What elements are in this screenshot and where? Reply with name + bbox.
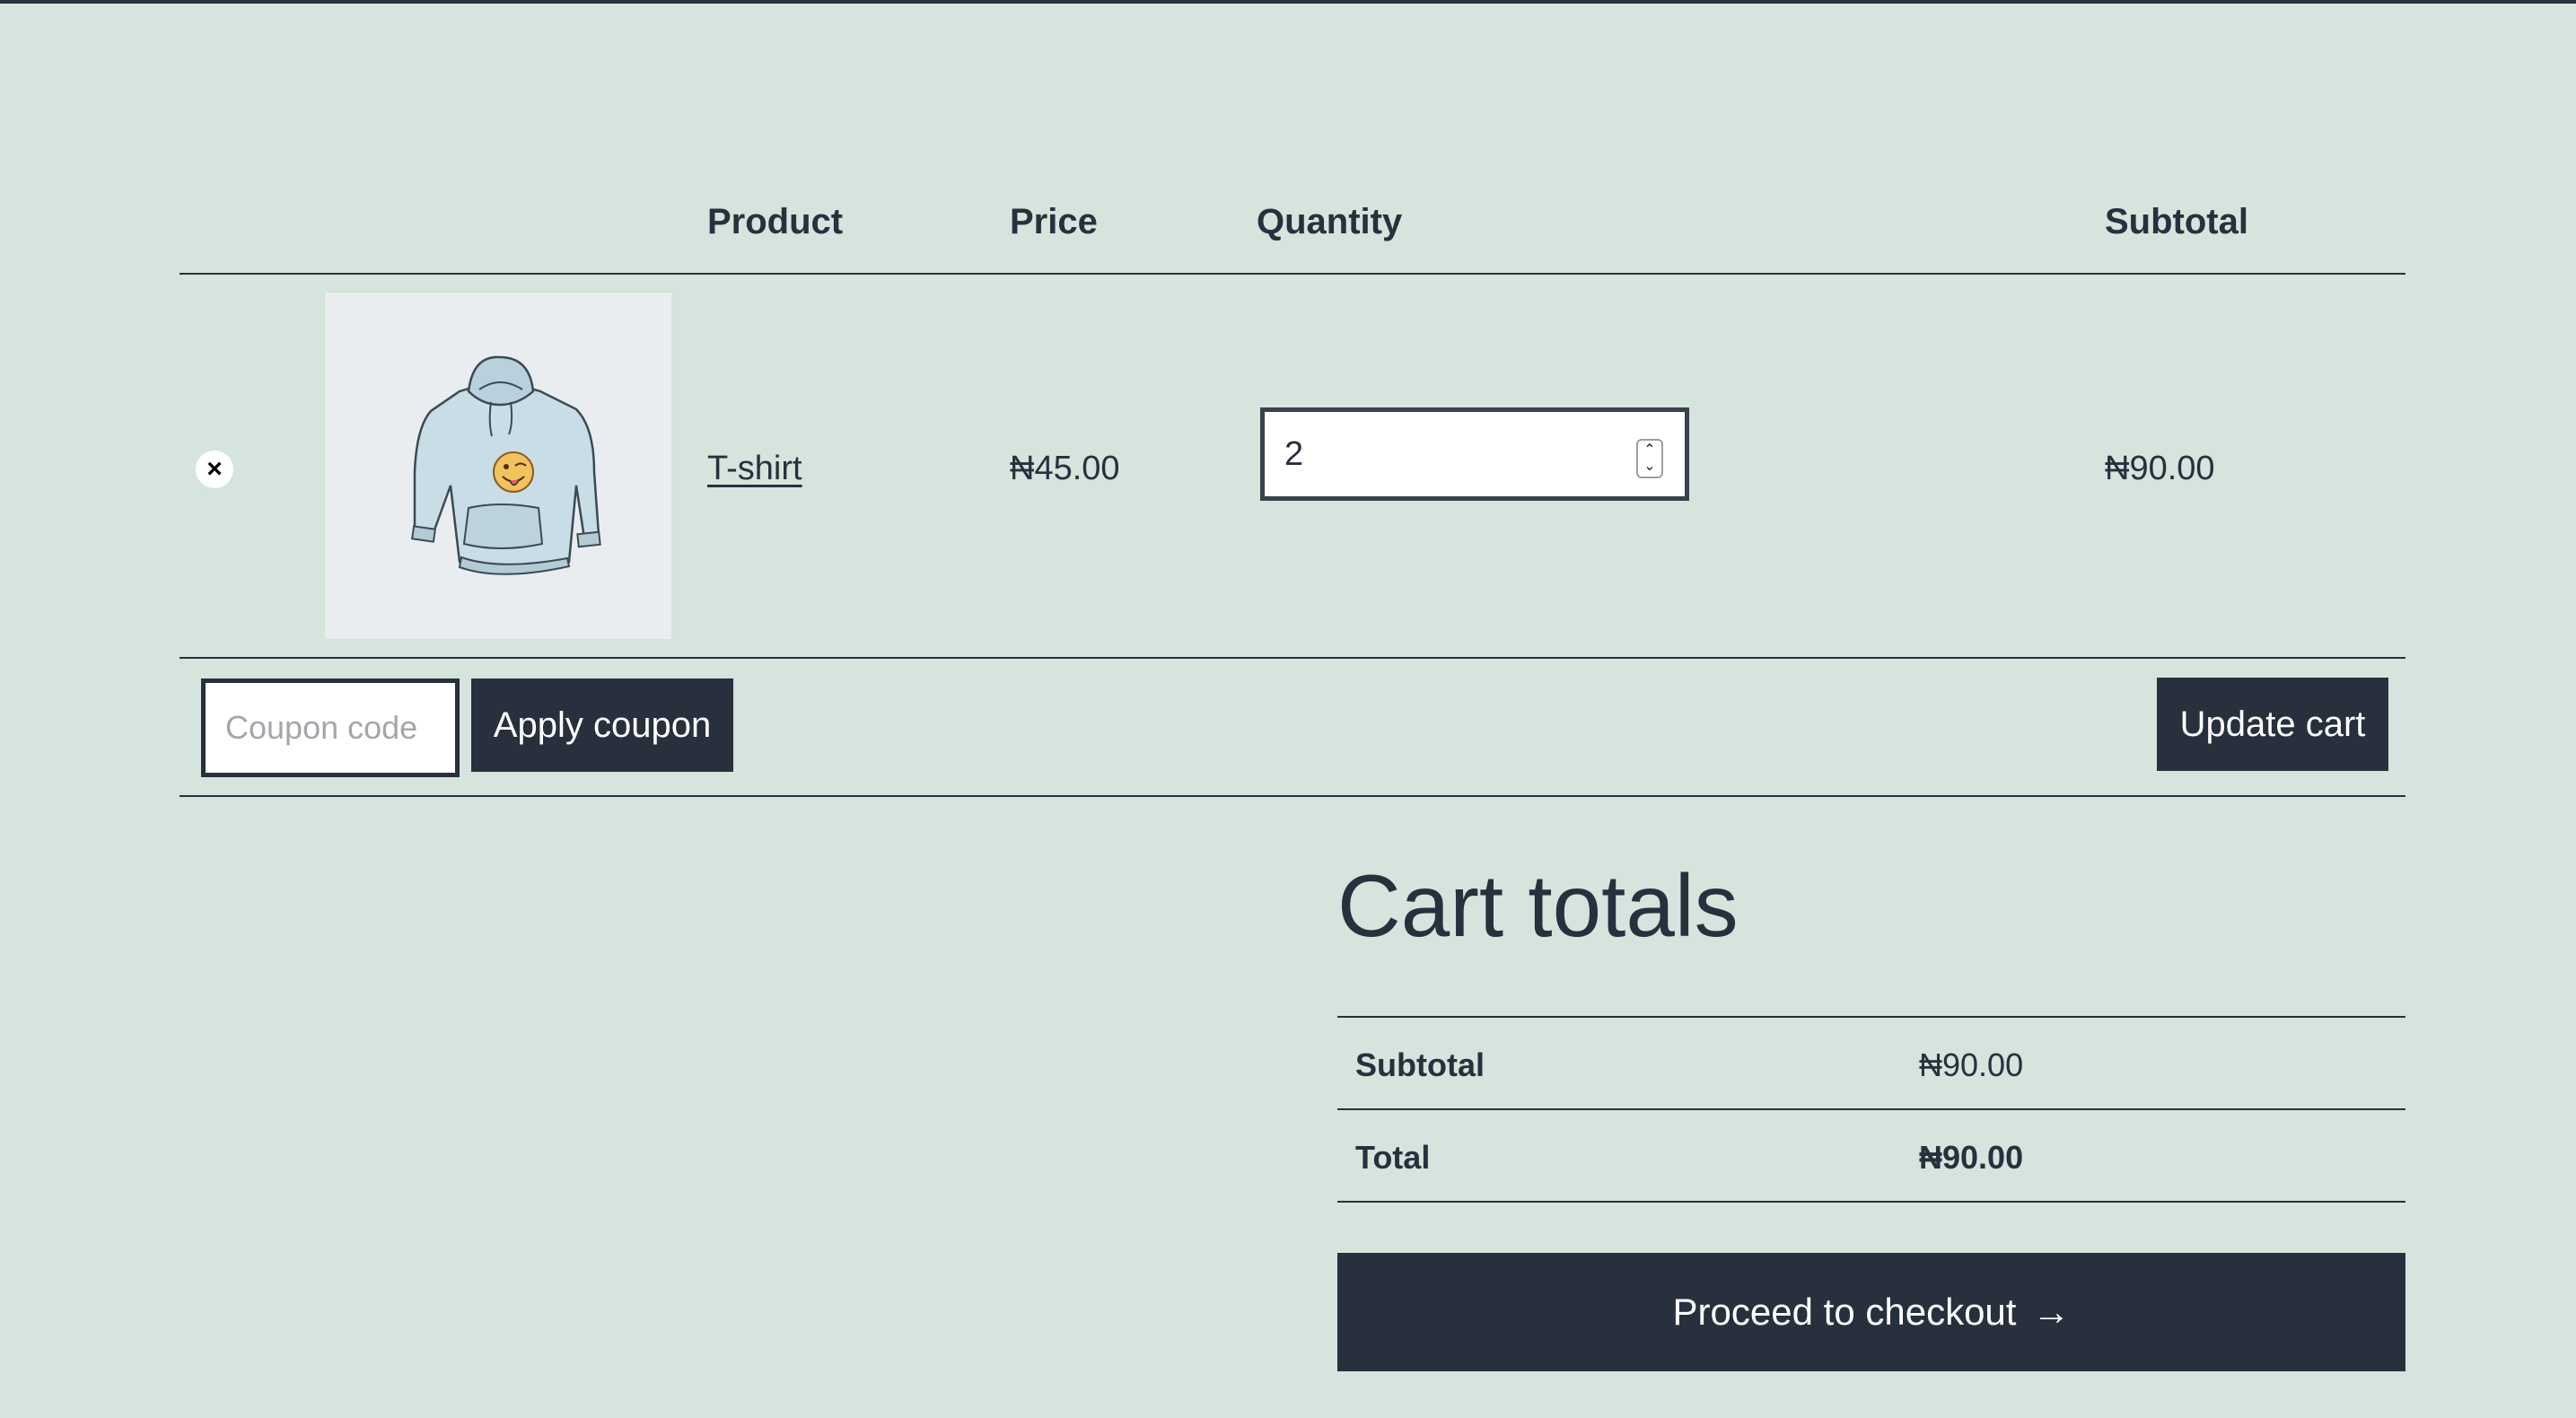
header-subtotal: Subtotal	[2105, 202, 2248, 241]
totals-subtotal-value: ₦90.00	[1919, 1046, 2024, 1083]
header-quantity: Quantity	[1257, 202, 1403, 241]
cart-item-row: × T-shirt ₦45.00 2 ⌃ ⌄ ₦90.00	[180, 275, 2405, 659]
cart-totals-title: Cart totals	[1337, 856, 1739, 955]
hoodie-image	[411, 355, 601, 575]
cart-table: Product Price Quantity Subtotal × T-shir…	[180, 162, 2405, 797]
stepper-up-icon[interactable]: ⌃	[1643, 442, 1655, 459]
quantity-value: 2	[1284, 434, 1304, 473]
product-thumbnail[interactable]	[325, 293, 671, 639]
stepper-down-icon[interactable]: ⌄	[1643, 459, 1655, 475]
header-product: Product	[707, 202, 844, 241]
proceed-to-checkout-button[interactable]: Proceed to checkout →	[1337, 1253, 2405, 1371]
cart-actions: Apply coupon Update cart	[180, 659, 2405, 797]
apply-coupon-button[interactable]: Apply coupon	[471, 678, 733, 772]
item-subtotal: ₦90.00	[2105, 450, 2215, 487]
update-cart-button[interactable]: Update cart	[2157, 678, 2388, 771]
header-price: Price	[1010, 202, 1098, 241]
checkout-label: Proceed to checkout	[1672, 1291, 2017, 1333]
totals-subtotal-label: Subtotal	[1355, 1046, 1485, 1083]
quantity-stepper-icon[interactable]: ⌃ ⌄	[1636, 439, 1663, 478]
totals-row-subtotal: Subtotal ₦90.00	[1337, 1018, 2405, 1110]
totals-total-value: ₦90.00	[1919, 1139, 2024, 1176]
quantity-input[interactable]: 2 ⌃ ⌄	[1260, 407, 1689, 501]
cart-totals: Cart totals Subtotal ₦90.00 Total ₦90.00…	[1337, 856, 2405, 1371]
product-name-link[interactable]: T-shirt	[707, 449, 802, 490]
item-price: ₦45.00	[1010, 450, 1120, 487]
remove-item-icon[interactable]: ×	[196, 451, 233, 488]
arrow-right-icon: →	[2032, 1291, 2071, 1333]
cart-table-header: Product Price Quantity Subtotal	[180, 162, 2405, 275]
coupon-code-input[interactable]	[201, 678, 460, 777]
top-border	[0, 0, 2576, 4]
totals-table: Subtotal ₦90.00 Total ₦90.00	[1337, 1016, 2405, 1203]
totals-row-total: Total ₦90.00	[1337, 1110, 2405, 1203]
totals-total-label: Total	[1355, 1139, 1431, 1176]
